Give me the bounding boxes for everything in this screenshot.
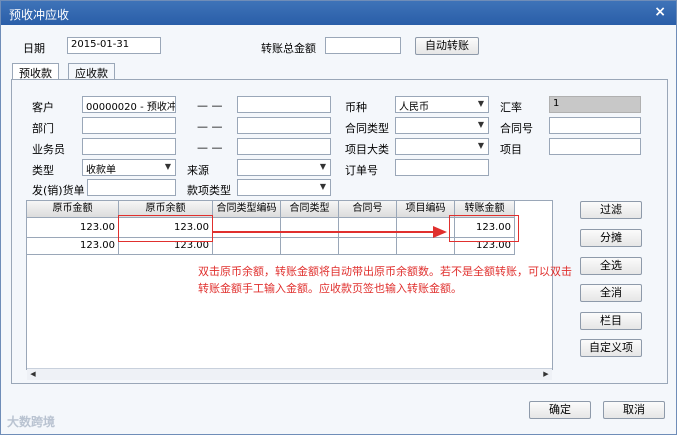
source-select[interactable]: ▼ <box>237 159 331 176</box>
chevron-down-icon: ▼ <box>319 182 326 191</box>
table-cell[interactable] <box>397 238 455 255</box>
chevron-down-icon: ▼ <box>319 162 326 171</box>
table-cell[interactable] <box>339 238 397 255</box>
project-class-select[interactable]: ▼ <box>395 138 489 155</box>
fund-type-select[interactable]: ▼ <box>237 179 331 196</box>
source-label: 来源 <box>187 164 209 177</box>
salesman-to-input[interactable] <box>237 138 331 155</box>
close-icon[interactable]: × <box>654 4 666 20</box>
fund-type-label: 款项类型 <box>187 184 231 197</box>
date-label: 日期 <box>23 42 45 55</box>
currency-select-value: 人民币 <box>399 102 429 113</box>
customer-to-input[interactable] <box>237 96 331 113</box>
voucher-no-label: 发(销)货单 <box>32 184 85 197</box>
dialog-window: 预收冲应收 × 日期 2015-01-31 转账总金额 自动转账 预收款 应收款… <box>0 0 677 435</box>
column-header[interactable]: 合同类型 <box>281 201 339 218</box>
table-cell[interactable] <box>213 238 281 255</box>
salesman-input[interactable] <box>82 138 176 155</box>
highlight-box-balance <box>118 215 213 242</box>
title-bar: 预收冲应收 × <box>1 1 676 25</box>
column-header[interactable]: 原币金额 <box>27 201 119 218</box>
columns-button[interactable]: 栏目 <box>580 312 642 330</box>
horizontal-scrollbar[interactable]: ◀ ▶ <box>27 368 552 380</box>
order-no-input[interactable] <box>395 159 489 176</box>
ok-button[interactable]: 确定 <box>529 401 591 419</box>
scroll-left-icon[interactable]: ◀ <box>27 369 39 380</box>
dept-to-input[interactable] <box>237 117 331 134</box>
range-dash-3: — — <box>197 141 223 154</box>
tab-prepayment[interactable]: 预收款 <box>12 63 59 80</box>
column-header[interactable]: 合同类型编码 <box>213 201 281 218</box>
window-title: 预收冲应收 <box>9 8 70 22</box>
transfer-total-label: 转账总金额 <box>261 42 316 55</box>
highlight-box-transfer <box>449 215 519 242</box>
cancel-button[interactable]: 取消 <box>603 401 665 419</box>
column-header[interactable]: 项目编码 <box>397 201 455 218</box>
chevron-down-icon: ▼ <box>477 141 484 150</box>
dept-label: 部门 <box>32 122 54 135</box>
annotation-line-1: 双击原币余额，转账金额将自动带出原币余额数。若不是全额转账，可以双击 <box>198 265 572 278</box>
custom-item-button[interactable]: 自定义项 <box>580 339 642 357</box>
dept-input[interactable] <box>82 117 176 134</box>
currency-select[interactable]: 人民币 ▼ <box>395 96 489 113</box>
contract-no-label: 合同号 <box>500 122 533 135</box>
watermark-logo: 大数跨境 <box>7 415 56 429</box>
currency-label: 币种 <box>345 101 367 114</box>
customer-input[interactable]: 00000020 - 预收冲 <box>82 96 176 113</box>
date-input[interactable]: 2015-01-31 <box>67 37 161 54</box>
tab-receivable[interactable]: 应收款 <box>68 63 115 80</box>
contract-type-label: 合同类型 <box>345 122 389 135</box>
distribute-button[interactable]: 分摊 <box>580 229 642 247</box>
project-label: 项目 <box>500 143 522 156</box>
clear-all-button[interactable]: 全消 <box>580 284 642 302</box>
transfer-total-input[interactable] <box>325 37 401 54</box>
salesman-label: 业务员 <box>32 143 65 156</box>
contract-no-input[interactable] <box>549 117 641 134</box>
contract-type-select[interactable]: ▼ <box>395 117 489 134</box>
type-select[interactable]: 收款单 ▼ <box>82 159 176 176</box>
project-class-label: 项目大类 <box>345 143 389 156</box>
range-dash-2: — — <box>197 120 223 133</box>
scroll-right-icon[interactable]: ▶ <box>540 369 552 380</box>
order-no-label: 订单号 <box>345 164 378 177</box>
rate-input: 1 <box>549 96 641 113</box>
type-label: 类型 <box>32 164 54 177</box>
voucher-no-input[interactable] <box>87 179 176 196</box>
arrow-icon <box>213 226 447 238</box>
table-cell[interactable] <box>281 238 339 255</box>
select-all-button[interactable]: 全选 <box>580 257 642 275</box>
table-cell[interactable]: 123.00 <box>27 218 119 238</box>
table-cell[interactable]: 123.00 <box>27 238 119 255</box>
rate-label: 汇率 <box>500 101 522 114</box>
filter-button[interactable]: 过滤 <box>580 201 642 219</box>
type-select-value: 收款单 <box>86 165 116 176</box>
chevron-down-icon: ▼ <box>477 99 484 108</box>
customer-label: 客户 <box>32 101 54 114</box>
chevron-down-icon: ▼ <box>164 162 171 171</box>
range-dash-1: — — <box>197 99 223 112</box>
annotation-line-2: 转账金额手工输入金额。应收款页签也输入转账金额。 <box>198 282 462 295</box>
project-input[interactable] <box>549 138 641 155</box>
chevron-down-icon: ▼ <box>477 120 484 129</box>
column-header[interactable]: 合同号 <box>339 201 397 218</box>
auto-transfer-button[interactable]: 自动转账 <box>415 37 479 55</box>
